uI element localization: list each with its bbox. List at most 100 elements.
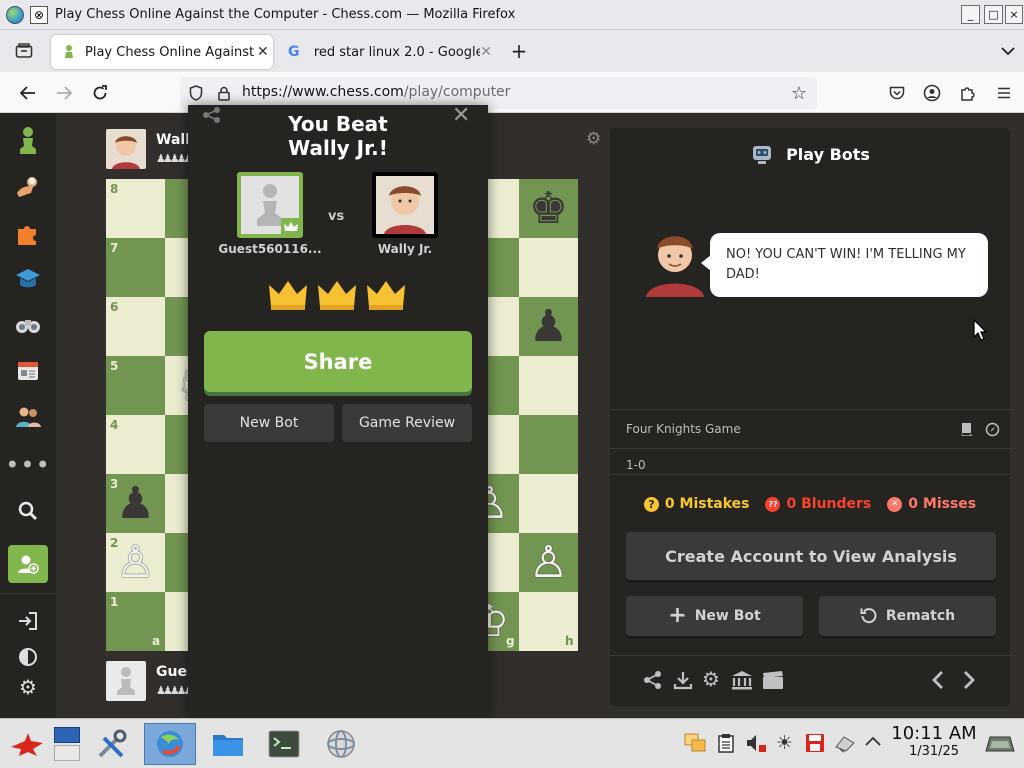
result-divider [610,474,1010,475]
social-friends-icon[interactable] [10,399,46,435]
board-square[interactable] [519,356,578,415]
list-all-tabs-icon[interactable] [996,38,1020,64]
tray-expand-chevron-icon[interactable] [864,735,882,747]
url-text[interactable]: https://www.chess.com/play/computer [242,84,510,100]
chesscom-logo-pawn-icon[interactable] [10,123,46,159]
terminal-icon[interactable] [264,723,304,765]
analysis-compass-icon[interactable] [985,422,1000,437]
rank-label: 5 [110,359,119,373]
reload-icon[interactable] [87,80,113,106]
more-dots-icon[interactable]: ••• [5,447,49,483]
firefox-view-icon[interactable] [10,38,38,64]
account-icon[interactable] [921,82,943,104]
extensions-puzzle-icon[interactable] [957,82,979,104]
pocket-icon[interactable] [886,82,908,104]
next-move-icon[interactable] [962,670,976,690]
opening-name[interactable]: Four Knights Game [626,422,741,436]
white-pawn-piece[interactable]: ♙ [106,533,165,592]
crown-icon [317,279,357,311]
video-clapper-icon[interactable] [762,670,784,690]
chess-pawn-favicon [61,44,77,60]
bookmark-star-icon[interactable]: ☆ [789,83,809,104]
desktop-switcher-icon[interactable] [53,723,81,765]
sign-up-add-user-button[interactable] [8,545,48,583]
blunders-stat[interactable]: ?? 0 Blunders [765,496,871,512]
play-hand-icon[interactable] [10,169,46,205]
black-king-piece[interactable]: ♚ [519,179,578,238]
google-g-icon: G [288,44,300,60]
crown-icon [366,279,406,311]
tray-network-icon[interactable] [834,733,856,753]
close-tab-icon[interactable]: ✕ [480,44,492,60]
black-pawn-piece[interactable]: ♟ [519,297,578,356]
hamburger-menu-icon[interactable] [993,82,1015,104]
tab-label: Play Chess Online Against [85,44,255,60]
game-review-button[interactable]: Game Review [342,404,472,442]
file-manager-folder-icon[interactable] [208,723,248,765]
watch-binoculars-icon[interactable] [10,307,46,343]
search-icon[interactable] [10,493,46,529]
close-window-button[interactable]: × [1005,5,1023,24]
puzzles-icon[interactable] [10,215,46,251]
log-in-icon[interactable] [10,603,46,639]
panel-footer-divider [610,655,1010,656]
tray-window-icon[interactable] [684,733,706,753]
download-icon[interactable] [673,670,693,690]
forward-arrow-icon[interactable] [51,80,77,106]
misses-stat[interactable]: ✕ 0 Misses [887,496,976,512]
tab-chess[interactable]: Play Chess Online Against ✕ [51,35,273,69]
tray-save-icon[interactable] [805,733,825,753]
learn-cap-icon[interactable] [10,261,46,297]
opening-book-icon[interactable] [959,422,973,436]
settings-gear-icon[interactable]: ⚙ [702,667,720,691]
tray-volume-muted-icon[interactable] [745,733,767,753]
mistakes-label: 0 Mistakes [664,496,750,512]
back-arrow-icon[interactable] [15,80,41,106]
museum-icon[interactable] [731,670,753,690]
clock[interactable]: 10:11 AM 1/31/25 [884,724,984,760]
maximize-button[interactable]: □ [984,5,1003,24]
white-pawn-piece[interactable]: ♙ [519,533,578,592]
os-taskbar: ☀ 10:11 AM 1/31/25 [0,718,1024,768]
miss-icon: ✕ [887,496,903,512]
network-browser-icon[interactable] [321,723,361,765]
system-tools-icon[interactable] [92,723,132,765]
close-tab-icon[interactable]: ✕ [257,44,269,60]
modal-title-line2: Wally Jr.! [288,136,388,160]
opening-row: Four Knights Game [610,409,1010,449]
top-player-name: Wally Jr. [156,132,188,148]
lock-icon[interactable] [215,84,233,102]
show-desktop-icon[interactable] [984,733,1016,753]
panel-new-bot-button[interactable]: + New Bot [626,596,803,636]
settings-gear-icon[interactable]: ⚙ [10,669,46,705]
share-button[interactable]: Share [204,331,472,392]
modal-title: You Beat Wally Jr.! [188,112,488,160]
board-square[interactable] [519,474,578,533]
panel-header: Play Bots [610,128,1010,180]
window-menu-icon[interactable]: ⊗ [30,6,48,24]
tab-google[interactable]: G red star linux 2.0 - Google ✕ [278,35,492,69]
previous-move-icon[interactable] [931,670,945,690]
game-result: 1-0 [626,458,646,472]
mistakes-stat[interactable]: ? 0 Mistakes [643,496,750,512]
new-tab-button[interactable]: + [506,38,532,64]
board-square[interactable] [519,415,578,474]
new-bot-button[interactable]: New Bot [204,404,334,442]
winner-crown-badge-icon [281,218,301,236]
tray-brightness-icon[interactable]: ☀ [776,732,793,754]
minimize-button[interactable]: _ [961,5,980,24]
tray-clipboard-icon[interactable] [718,733,734,753]
settings-gear-icon[interactable]: ⚙ [586,129,601,149]
robot-icon [750,142,774,166]
start-menu-star-icon[interactable] [6,723,48,765]
rematch-button[interactable]: Rematch [819,596,996,636]
news-icon[interactable] [10,353,46,389]
file-label: h [565,634,574,648]
black-pawn-piece[interactable]: ♟ [106,474,165,533]
create-account-button[interactable]: Create Account to View Analysis [626,532,996,580]
firefox-taskbar-icon[interactable] [144,723,196,765]
rematch-refresh-icon [860,607,878,625]
share-icon[interactable] [643,670,663,690]
board-square[interactable] [519,238,578,297]
tracking-shield-icon[interactable] [187,84,205,102]
